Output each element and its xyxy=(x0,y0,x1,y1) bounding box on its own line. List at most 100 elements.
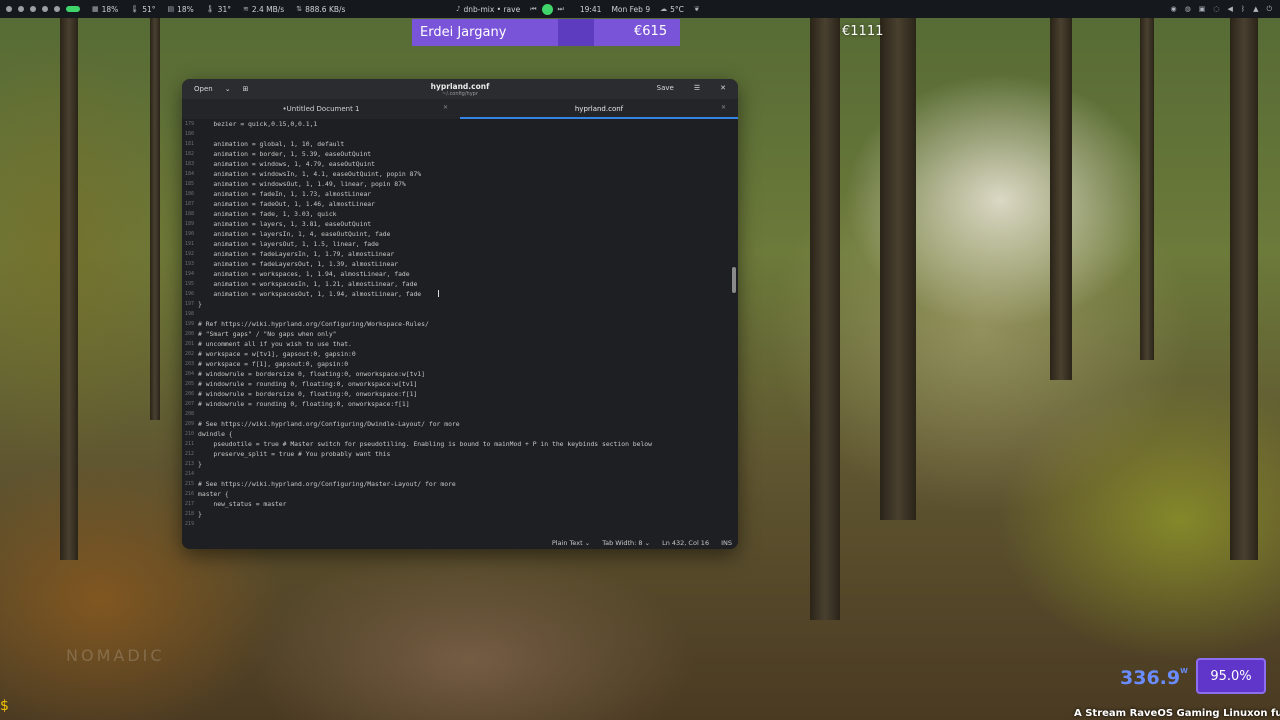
code-line[interactable]: 217 new_status = master xyxy=(182,499,738,509)
workspace-dot[interactable] xyxy=(18,6,24,12)
code-line[interactable]: 195 animation = workspacesIn, 1, 1.21, a… xyxy=(182,279,738,289)
donation-amount: €615 xyxy=(634,24,668,39)
open-button[interactable]: Open xyxy=(188,83,219,95)
code-line[interactable]: 192 animation = fadeLayersIn, 1, 1.79, a… xyxy=(182,249,738,259)
memory-icon: ▤ xyxy=(167,5,175,13)
controller-icon[interactable]: ◉ xyxy=(1171,5,1177,13)
code-line[interactable]: 189 animation = layers, 1, 3.81, easeOut… xyxy=(182,219,738,229)
workspace-dot[interactable] xyxy=(54,6,60,12)
tab-width-selector[interactable]: Tab Width: 8 ⌄ xyxy=(602,539,650,547)
code-line[interactable]: 208 xyxy=(182,409,738,419)
code-line[interactable]: 215 # See https://wiki.hyprland.org/Confi… xyxy=(182,479,738,489)
code-line[interactable]: 179 bezier = quick,0.15,0,0.1,1 xyxy=(182,119,738,129)
thermometer-icon: 🌡 xyxy=(205,5,215,13)
code-line[interactable]: 194 animation = workspaces, 1, 1.94, alm… xyxy=(182,269,738,279)
date[interactable]: Mon Feb 9 xyxy=(611,5,650,14)
menu-icon[interactable]: ☰ xyxy=(688,82,706,94)
code-line[interactable]: 183 animation = windows, 1, 4.79, easeOu… xyxy=(182,159,738,169)
line-text: pseudotile = true # Master switch for ps… xyxy=(198,440,653,448)
prev-icon[interactable]: ⏮ xyxy=(530,5,536,14)
line-number: 192 xyxy=(184,251,194,257)
code-line[interactable]: 207 # windowrule = rounding 0, floating:0… xyxy=(182,399,738,409)
tab-untitled[interactable]: •Untitled Document 1 ✕ xyxy=(182,99,460,119)
next-icon[interactable]: ⏭ xyxy=(558,5,564,14)
power-icon[interactable]: ⏻ xyxy=(1266,5,1272,14)
code-editor[interactable]: 179 bezier = quick,0.15,0,0.1,1 180 181 an… xyxy=(182,119,738,529)
language-selector[interactable]: Plain Text ⌄ xyxy=(552,539,590,547)
leaf-icon[interactable]: ❦ xyxy=(694,5,700,13)
volume-icon[interactable]: ◀ xyxy=(1227,5,1232,13)
code-line[interactable]: 199 # Ref https://wiki.hyprland.org/Confi… xyxy=(182,319,738,329)
code-line[interactable]: 216 master { xyxy=(182,489,738,499)
code-line[interactable]: 184 animation = windowsIn, 1, 4.1, easeO… xyxy=(182,169,738,179)
code-line[interactable]: 185 animation = windowsOut, 1, 1.49, lin… xyxy=(182,179,738,189)
stream-ticker: A Stream RaveOS Gaming Linuxon fut xyxy=(1074,708,1280,719)
close-icon[interactable]: ✕ xyxy=(714,82,732,94)
tray-icon[interactable]: ◍ xyxy=(1185,5,1191,13)
code-line[interactable]: 193 animation = fadeLayersOut, 1, 1.39, … xyxy=(182,259,738,269)
code-line[interactable]: 211 pseudotile = true # Master switch fo… xyxy=(182,439,738,449)
media-controls[interactable]: ⏮ ⏭ xyxy=(530,3,564,15)
music-widget[interactable]: ♪ dnb-mix • rave xyxy=(456,5,520,14)
code-line[interactable]: 187 animation = fadeOut, 1, 1.46, almost… xyxy=(182,199,738,209)
save-button[interactable]: Save xyxy=(651,82,680,94)
close-icon[interactable]: ✕ xyxy=(721,104,726,111)
line-text: preserve_split = true # You probably wan… xyxy=(198,450,391,458)
workspace-dot[interactable] xyxy=(6,6,12,12)
code-line[interactable]: 213} xyxy=(182,459,738,469)
line-text: animation = layersOut, 1, 1.5, linear, f… xyxy=(198,240,379,248)
code-line[interactable]: 190 animation = layersIn, 1, 4, easeOutQ… xyxy=(182,229,738,239)
code-line[interactable]: 205 # windowrule = rounding 0, floating:0… xyxy=(182,379,738,389)
new-tab-icon[interactable]: ⊞ xyxy=(237,83,255,95)
line-number: 190 xyxy=(184,231,194,237)
workspace-dot[interactable] xyxy=(42,6,48,12)
tab-hyprland-conf[interactable]: hyprland.conf ✕ xyxy=(460,99,738,119)
chevron-down-icon[interactable]: ⌄ xyxy=(219,83,237,95)
code-line[interactable]: 212 preserve_split = true # You probably… xyxy=(182,449,738,459)
clock[interactable]: 19:41 xyxy=(580,5,602,14)
code-line[interactable]: 209 # See https://wiki.hyprland.org/Confi… xyxy=(182,419,738,429)
code-line[interactable]: 198 xyxy=(182,309,738,319)
line-number: 186 xyxy=(184,191,194,197)
power-draw: 336.9W xyxy=(1120,667,1188,689)
code-line[interactable]: 200 # "Smart gaps" / "No gaps when only" xyxy=(182,329,738,339)
code-line[interactable]: 206 # windowrule = bordersize 0, floating… xyxy=(182,389,738,399)
line-number: 210 xyxy=(184,431,194,437)
tray-icon[interactable]: ◌ xyxy=(1213,5,1219,13)
scrollbar[interactable] xyxy=(732,267,736,293)
workspace-dot[interactable] xyxy=(30,6,36,12)
code-line[interactable]: 202 # workspace = w[tv1], gapsout:0, gaps… xyxy=(182,349,738,359)
code-line[interactable]: 218} xyxy=(182,509,738,519)
workspace-indicator[interactable] xyxy=(6,6,80,12)
code-line[interactable]: 210 dwindle { xyxy=(182,429,738,439)
text-editor-window: Open ⌄ ⊞ hyprland.conf ~/.config/hypr Sa… xyxy=(182,79,738,549)
tree-trunk xyxy=(1050,0,1072,380)
system-tray: ◉ ◍ ▣ ◌ ◀ ᛒ ▲ ⏻ xyxy=(1171,0,1272,18)
code-line[interactable]: 188 animation = fade, 1, 3.03, quick xyxy=(182,209,738,219)
code-line[interactable]: 181 animation = global, 1, 10, default xyxy=(182,139,738,149)
code-line[interactable]: 191 animation = layersOut, 1, 1.5, linea… xyxy=(182,239,738,249)
code-line[interactable]: 186 animation = fadeIn, 1, 1.73, almostL… xyxy=(182,189,738,199)
weather[interactable]: ☁ 5°C xyxy=(660,5,684,14)
line-number: 219 xyxy=(184,521,194,527)
code-line[interactable]: 196 animation = workspacesOut, 1, 1.94, … xyxy=(182,289,738,299)
tray-icon[interactable]: ▣ xyxy=(1199,5,1206,13)
active-workspace[interactable] xyxy=(66,6,80,12)
net-up: ⇅ 888.6 KB/s xyxy=(296,4,346,14)
code-line[interactable]: 203 # workspace = f[1], gapsout:0, gapsin… xyxy=(182,359,738,369)
code-line[interactable]: 214 xyxy=(182,469,738,479)
code-line[interactable]: 201 # uncomment all if you wish to use th… xyxy=(182,339,738,349)
play-pause-button[interactable] xyxy=(541,3,553,15)
line-text: animation = windowsOut, 1, 1.49, linear,… xyxy=(198,180,406,188)
code-line[interactable]: 182 animation = border, 1, 5.39, easeOut… xyxy=(182,149,738,159)
line-number: 181 xyxy=(184,141,194,147)
bluetooth-icon[interactable]: ᛒ xyxy=(1241,5,1245,13)
code-line[interactable]: 180 xyxy=(182,129,738,139)
network-icon[interactable]: ▲ xyxy=(1253,5,1258,13)
line-text: } xyxy=(198,300,202,308)
code-line[interactable]: 219 xyxy=(182,519,738,529)
code-line[interactable]: 197} xyxy=(182,299,738,309)
code-line[interactable]: 204 # windowrule = bordersize 0, floating… xyxy=(182,369,738,379)
close-icon[interactable]: ✕ xyxy=(443,104,448,111)
line-number: 198 xyxy=(184,311,194,317)
